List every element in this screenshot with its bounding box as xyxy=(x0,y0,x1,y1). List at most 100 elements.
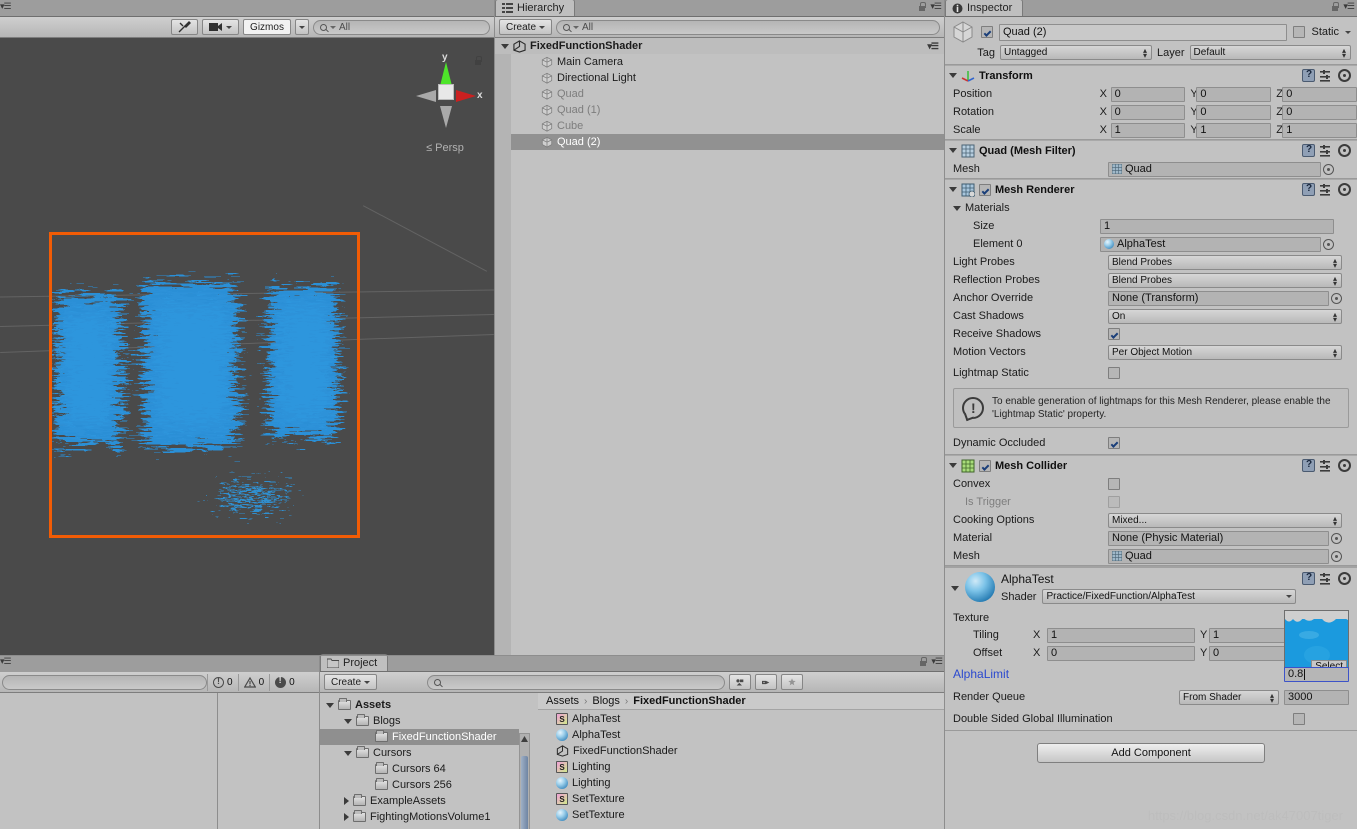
gameobject-enabled-checkbox[interactable] xyxy=(981,26,993,38)
mesh-renderer-dropdown[interactable]: Blend Probes ▴ ▾ xyxy=(1108,254,1342,270)
tab-inspector[interactable]: Inspector xyxy=(945,0,1024,16)
scroll-up-icon[interactable] xyxy=(520,735,529,744)
transform-x-input[interactable]: 0 xyxy=(1110,104,1186,120)
gizmos-dropdown-button[interactable] xyxy=(294,19,309,35)
preset-icon[interactable] xyxy=(1320,183,1333,196)
object-picker-icon[interactable] xyxy=(1331,550,1342,562)
hierarchy-item[interactable]: Quad (1) xyxy=(495,102,944,118)
static-checkbox[interactable] xyxy=(1293,26,1306,38)
tag-dropdown[interactable]: Untagged ▴ ▾ xyxy=(1000,45,1152,60)
gizmo-center-cube[interactable] xyxy=(438,84,454,100)
lock-icon[interactable] xyxy=(1331,1,1340,12)
chevron-down-icon[interactable] xyxy=(501,43,509,49)
alpha-limit-input[interactable]: 0.8 xyxy=(1284,666,1349,682)
hierarchy-item[interactable]: Directional Light xyxy=(495,70,944,86)
hierarchy-item[interactable]: Quad (2) xyxy=(495,134,944,150)
offset-x-input[interactable]: 0 xyxy=(1047,645,1195,661)
panel-divider[interactable] xyxy=(0,655,944,656)
filter-by-type-button[interactable] xyxy=(729,674,752,690)
collider-mesh-object-field[interactable]: Quad xyxy=(1108,548,1342,564)
hierarchy-item[interactable]: Main Camera xyxy=(495,54,944,70)
object-picker-icon[interactable] xyxy=(1331,532,1342,544)
gear-icon[interactable] xyxy=(1338,459,1351,472)
render-queue-input[interactable]: 3000 xyxy=(1284,689,1349,705)
scene-orientation-gizmo[interactable]: y x ≤ Persp xyxy=(404,46,486,158)
panel-menu-icon[interactable]: ▾☰ xyxy=(1343,1,1355,12)
project-tree-item[interactable]: Cursors 64 xyxy=(320,761,519,777)
element0-object-field[interactable]: AlphaTest xyxy=(1100,236,1334,252)
chevron-down-icon[interactable] xyxy=(949,463,957,468)
lightmap-static-checkbox[interactable] xyxy=(1108,367,1120,379)
object-picker-icon[interactable] xyxy=(1323,163,1334,175)
texture-preview[interactable]: Select xyxy=(1284,610,1349,675)
help-icon[interactable] xyxy=(1302,144,1315,157)
chevron-down-icon[interactable] xyxy=(953,205,961,211)
lock-icon[interactable] xyxy=(918,1,927,12)
scene-tools-button[interactable] xyxy=(171,19,199,35)
project-file-item[interactable]: S AlphaTest xyxy=(556,711,945,727)
mesh-renderer-enabled-checkbox[interactable] xyxy=(979,183,991,196)
hierarchy-search-input[interactable]: All xyxy=(556,19,940,35)
breadcrumb-item-assets[interactable]: Assets xyxy=(546,695,579,707)
gear-icon[interactable] xyxy=(1338,144,1351,157)
mesh-renderer-object-field[interactable]: None (Transform) xyxy=(1108,290,1342,306)
tab-project[interactable]: Project xyxy=(320,654,389,671)
dsgi-checkbox[interactable] xyxy=(1293,713,1305,725)
help-icon[interactable] xyxy=(1302,459,1315,472)
shader-dropdown[interactable]: Practice/FixedFunction/AlphaTest xyxy=(1042,589,1296,604)
chevron-down-icon[interactable] xyxy=(949,73,957,78)
project-tree-item[interactable]: FightingMotionsVolume1 xyxy=(320,809,519,825)
help-icon[interactable] xyxy=(1302,69,1315,82)
gizmo-projection-label[interactable]: ≤ Persp xyxy=(404,142,486,154)
dynamic-occluded-checkbox[interactable] xyxy=(1108,437,1120,449)
convex-checkbox[interactable] xyxy=(1108,478,1120,490)
gear-icon[interactable] xyxy=(1338,572,1351,585)
lock-icon[interactable] xyxy=(919,656,928,667)
chevron-right-icon[interactable] xyxy=(344,813,349,821)
project-tree-item[interactable]: Blogs xyxy=(320,713,519,729)
collider-material-object-field[interactable]: None (Physic Material) xyxy=(1108,530,1342,546)
project-tree-item[interactable]: Cursors 256 xyxy=(320,777,519,793)
project-file-item[interactable]: FixedFunctionShader xyxy=(556,743,945,759)
render-queue-dropdown[interactable]: From Shader ▴ ▾ xyxy=(1179,689,1279,705)
breadcrumb-item-current[interactable]: FixedFunctionShader xyxy=(633,695,745,707)
project-file-item[interactable]: AlphaTest xyxy=(556,727,945,743)
hierarchy-item[interactable]: Cube xyxy=(495,118,944,134)
project-file-item[interactable]: S SetTexture xyxy=(556,791,945,807)
mesh-filter-header[interactable]: Quad (Mesh Filter) xyxy=(945,140,1357,160)
transform-y-input[interactable]: 1 xyxy=(1196,122,1272,138)
transform-x-input[interactable]: 1 xyxy=(1110,122,1186,138)
filter-by-label-button[interactable] xyxy=(755,674,778,690)
project-split-divider[interactable] xyxy=(217,693,218,829)
scene-viewport[interactable]: y x ≤ Persp xyxy=(0,38,494,655)
help-icon[interactable] xyxy=(1302,183,1315,196)
warning-count[interactable]: 0 xyxy=(237,673,270,691)
hierarchy-scene-root[interactable]: FixedFunctionShader ▾☰ xyxy=(495,38,944,54)
project-file-item[interactable]: SetTexture xyxy=(556,807,945,823)
mesh-collider-header[interactable]: Mesh Collider xyxy=(945,455,1357,475)
panel-menu-icon[interactable]: ▾☰ xyxy=(930,1,942,12)
project-tree-item[interactable]: Assets xyxy=(320,697,519,713)
favorites-button[interactable] xyxy=(781,674,804,690)
mesh-collider-enabled-checkbox[interactable] xyxy=(979,459,991,472)
preset-icon[interactable] xyxy=(1320,572,1333,585)
mesh-renderer-dropdown[interactable]: Per Object Motion ▴ ▾ xyxy=(1108,344,1342,360)
panel-divider[interactable] xyxy=(944,0,945,829)
panel-menu-icon[interactable]: ▾☰ xyxy=(0,1,12,11)
chevron-down-icon[interactable] xyxy=(344,750,352,756)
scene-camera-button[interactable] xyxy=(202,19,240,35)
project-tree-item[interactable]: FixedFunctionShader xyxy=(320,729,519,745)
hierarchy-item[interactable]: Quad xyxy=(495,86,944,102)
chevron-down-icon[interactable] xyxy=(1345,30,1351,34)
chevron-down-icon[interactable] xyxy=(344,718,352,724)
mesh-renderer-header[interactable]: Mesh Renderer xyxy=(945,179,1357,199)
preset-icon[interactable] xyxy=(1320,459,1333,472)
project-tree-item[interactable]: Cursors xyxy=(320,745,519,761)
transform-y-input[interactable]: 0 xyxy=(1196,104,1272,120)
info-count[interactable]: 0 xyxy=(207,673,238,691)
preset-icon[interactable] xyxy=(1320,144,1333,157)
object-picker-icon[interactable] xyxy=(1331,292,1342,304)
scene-search-input[interactable]: All xyxy=(312,19,490,35)
chevron-down-icon[interactable] xyxy=(949,148,957,153)
add-component-button[interactable]: Add Component xyxy=(1037,743,1265,763)
